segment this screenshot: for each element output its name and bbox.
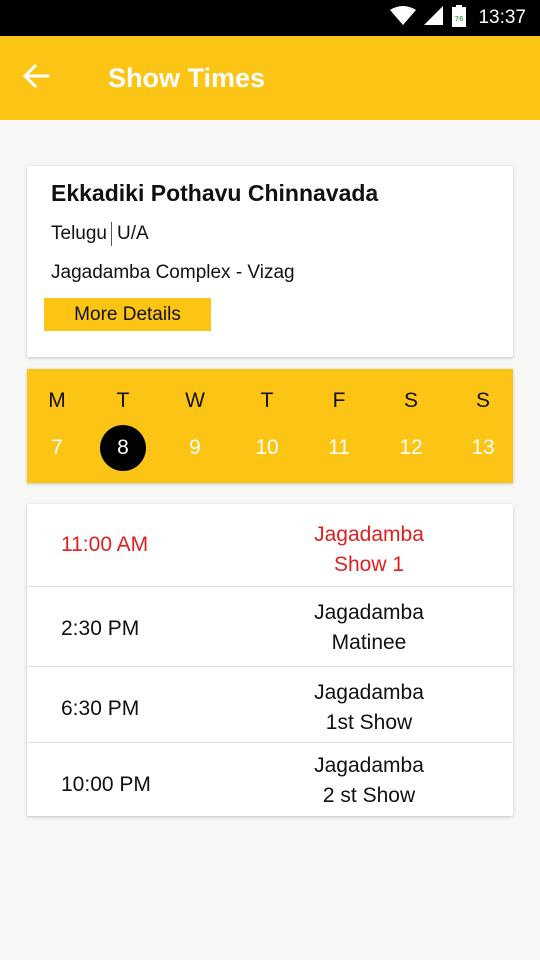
back-button[interactable] bbox=[0, 36, 72, 120]
day-number: 7 bbox=[51, 436, 63, 459]
day-number: 12 bbox=[399, 436, 423, 459]
day-letter: W bbox=[185, 389, 205, 412]
day-item-thu-10[interactable]: T 10 bbox=[237, 369, 297, 483]
movie-certificate: U/A bbox=[117, 223, 149, 244]
showtime-name-line1: Jagadamba bbox=[314, 523, 424, 546]
movie-language: Telugu bbox=[51, 223, 107, 244]
showtime-name: Jagadamba Show 1 bbox=[269, 520, 469, 580]
app-bar: Show Times bbox=[0, 36, 540, 120]
day-letter: F bbox=[332, 389, 346, 412]
showtime-name-line2: Matinee bbox=[331, 631, 407, 654]
status-time: 13:37 bbox=[478, 7, 526, 28]
day-item-sat-12[interactable]: S 12 bbox=[381, 369, 441, 483]
movie-info-card: Ekkadiki Pothavu Chinnavada Telugu U/A J… bbox=[27, 166, 513, 357]
day-letter: S bbox=[403, 389, 418, 412]
showtime-name-line2: 1st Show bbox=[325, 711, 413, 734]
more-details-button[interactable]: More Details bbox=[44, 298, 211, 331]
showtime-row[interactable]: 6:30 PM Jagadamba 1st Show bbox=[27, 667, 513, 743]
showtime-name-line2: 2 st Show bbox=[322, 784, 416, 807]
cell-signal-icon bbox=[424, 5, 444, 31]
showtime-name: Jagadamba 2 st Show bbox=[269, 751, 469, 811]
showtimes-list: 11:00 AM Jagadamba Show 1 2:30 PM Jagada… bbox=[27, 504, 513, 816]
showtime-name-line2: Show 1 bbox=[333, 553, 405, 576]
showtime-name-line1: Jagadamba bbox=[314, 681, 424, 704]
showtime-row[interactable]: 2:30 PM Jagadamba Matinee bbox=[27, 587, 513, 667]
movie-venue: Jagadamba Complex - Vizag bbox=[51, 262, 295, 283]
day-item-mon-7[interactable]: M 7 bbox=[27, 369, 87, 483]
day-number: 9 bbox=[189, 436, 201, 459]
showtime-name: Jagadamba 1st Show bbox=[269, 678, 469, 738]
showtime-name-line1: Jagadamba bbox=[314, 601, 424, 624]
day-item-wed-9[interactable]: W 9 bbox=[165, 369, 225, 483]
day-letter: T bbox=[116, 389, 130, 412]
arrow-left-icon bbox=[22, 62, 50, 95]
movie-meta: Telugu U/A bbox=[51, 222, 149, 246]
showtime-time: 11:00 AM bbox=[61, 533, 149, 556]
day-number-selected: 8 bbox=[100, 425, 146, 471]
showtime-row-selected[interactable]: 11:00 AM Jagadamba Show 1 bbox=[27, 504, 513, 587]
showtime-time: 6:30 PM bbox=[61, 697, 140, 720]
movie-title: Ekkadiki Pothavu Chinnavada bbox=[51, 180, 379, 206]
day-number: 13 bbox=[471, 436, 495, 459]
day-number: 10 bbox=[255, 436, 279, 459]
day-letter: S bbox=[475, 389, 490, 412]
status-bar: 76 13:37 bbox=[0, 0, 540, 36]
showtime-name: Jagadamba Matinee bbox=[269, 598, 469, 658]
page-title: Show Times bbox=[108, 62, 266, 93]
wifi-icon bbox=[390, 5, 417, 31]
date-selector: M 7 T 8 W 9 T 10 F 11 S 12 S 13 bbox=[27, 369, 513, 483]
day-item-sun-13[interactable]: S 13 bbox=[453, 369, 513, 483]
showtime-time: 2:30 PM bbox=[61, 617, 140, 640]
day-letter: M bbox=[48, 389, 66, 412]
showtime-name-line1: Jagadamba bbox=[314, 754, 424, 777]
day-item-fri-11[interactable]: F 11 bbox=[309, 369, 369, 483]
showtime-row[interactable]: 10:00 PM Jagadamba 2 st Show bbox=[27, 743, 513, 816]
day-number: 11 bbox=[328, 436, 350, 459]
meta-divider bbox=[111, 222, 112, 246]
showtime-time: 10:00 PM bbox=[61, 773, 151, 796]
day-letter: T bbox=[260, 389, 274, 412]
battery-level: 76 bbox=[455, 15, 464, 23]
day-item-tue-8[interactable]: T 8 bbox=[93, 369, 153, 483]
battery-icon: 76 bbox=[452, 4, 467, 32]
